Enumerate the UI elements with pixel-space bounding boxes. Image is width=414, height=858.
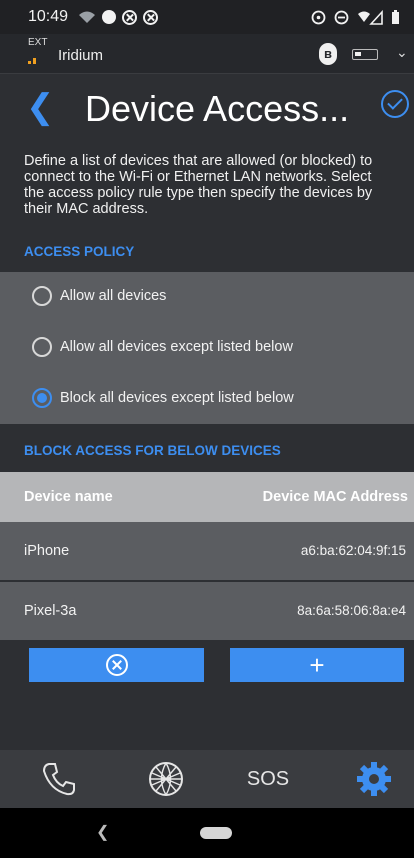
device-list-heading: BLOCK ACCESS FOR BELOW DEVICES [24, 443, 281, 458]
radio-button[interactable] [32, 286, 52, 306]
table-row[interactable]: Pixel-3a 8a:6a:58:06:8a:e4 [0, 582, 414, 640]
option-label: Allow all devices [60, 288, 167, 304]
remove-device-button[interactable] [29, 648, 204, 682]
status-time: 10:49 [28, 8, 69, 25]
option-block-except[interactable]: Block all devices except listed below [32, 388, 294, 408]
gear-icon [357, 762, 391, 796]
page-header: ❮ Device Access... [0, 74, 414, 144]
table-header: Device name Device MAC Address [0, 472, 414, 522]
option-label: Allow all devices except listed below [60, 339, 293, 355]
check-circle-icon[interactable] [381, 90, 409, 118]
status-bar: 10:49 [0, 0, 414, 34]
connection-bar[interactable]: EXT Iridium ʙ ⌄ [0, 34, 414, 74]
alarm-icon [311, 10, 326, 24]
signal-strength-icon [28, 58, 36, 64]
block-icon [122, 9, 138, 25]
circle-x-icon [106, 654, 128, 676]
option-allow-except[interactable]: Allow all devices except listed below [32, 337, 293, 357]
access-policy-heading: ACCESS POLICY [24, 244, 135, 259]
wifi-icon [79, 11, 96, 23]
option-allow-all[interactable]: Allow all devices [32, 286, 166, 306]
bottom-tab-bar: SOS [0, 750, 414, 808]
radio-button[interactable] [32, 337, 52, 357]
battery-icon [392, 9, 399, 24]
device-name: Pixel-3a [24, 603, 77, 619]
description-text: Define a list of devices that are allowe… [24, 153, 373, 217]
add-device-button[interactable]: + [230, 648, 404, 682]
system-nav-bar: ❮ [0, 808, 414, 858]
table-row[interactable]: iPhone a6:ba:62:04:9f:15 [0, 522, 414, 580]
signal-icon [358, 9, 383, 25]
bluetooth-icon: ʙ [319, 43, 337, 65]
circle-icon [102, 10, 117, 24]
column-header-mac: Device MAC Address [262, 489, 408, 505]
network-name: Iridium [58, 47, 104, 64]
radio-button-selected[interactable] [32, 388, 52, 408]
nav-back-icon[interactable]: ❮ [96, 822, 109, 842]
access-policy-options: Allow all devices Allow all devices exce… [0, 272, 414, 424]
column-header-device-name: Device name [24, 489, 113, 505]
page-title: Device Access... [85, 88, 350, 129]
sos-label: SOS [246, 767, 290, 790]
phone-icon [42, 763, 75, 796]
ext-label: EXT [28, 37, 48, 48]
device-mac: a6:ba:62:04:9f:15 [300, 543, 406, 558]
back-arrow-icon[interactable]: ❮ [26, 88, 55, 126]
tab-globe[interactable] [141, 758, 191, 800]
tab-settings[interactable] [349, 758, 399, 800]
nav-home-pill[interactable] [200, 827, 232, 839]
block-icon [143, 9, 159, 25]
dnd-icon [334, 10, 349, 24]
chevron-down-icon[interactable]: ⌄ [396, 44, 408, 61]
globe-icon [149, 762, 183, 796]
device-mac: 8a:6a:58:06:8a:e4 [297, 603, 406, 618]
device-name: iPhone [24, 543, 70, 559]
tab-phone[interactable] [34, 758, 84, 800]
tab-sos[interactable]: SOS [238, 758, 298, 800]
option-label: Block all devices except listed below [60, 390, 294, 406]
battery-icon [352, 49, 378, 60]
